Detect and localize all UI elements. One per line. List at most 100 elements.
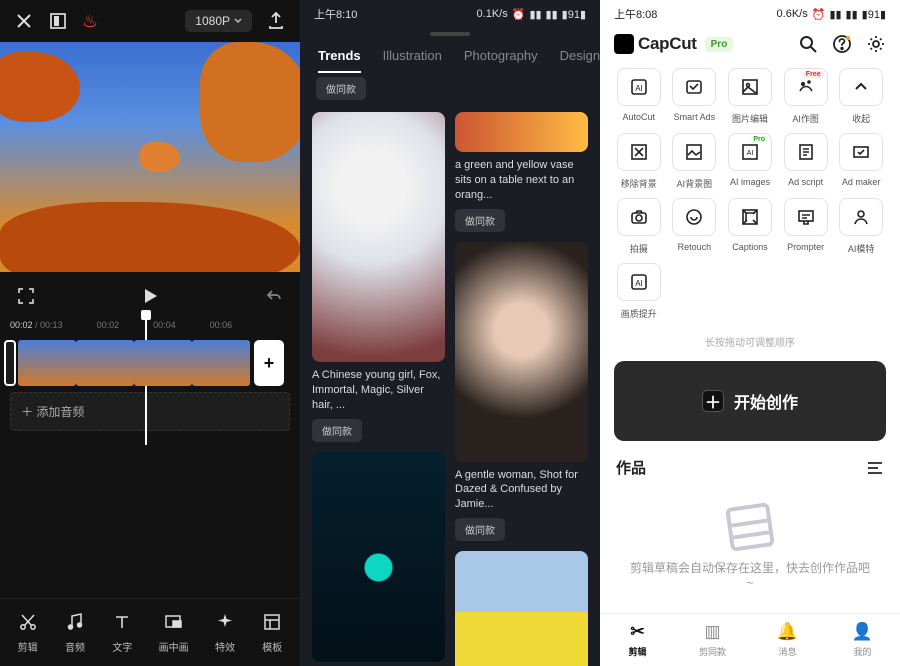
nav-messages[interactable]: 🔔消息 — [750, 622, 825, 658]
clip-thumb[interactable] — [76, 340, 134, 386]
aiimages-icon: AIPro — [728, 133, 772, 171]
grid-tool-collapse[interactable]: 收起 — [836, 68, 886, 125]
video-editor-panel: ♨ 1080P 00:02 / 00:13 00:02 00:04 — [0, 0, 300, 666]
sort-icon[interactable] — [866, 459, 884, 477]
start-create-button[interactable]: ＋ 开始创作 — [614, 361, 886, 441]
clip-handle[interactable] — [4, 340, 16, 386]
smartads-icon — [672, 68, 716, 106]
nav-profile[interactable]: 👤我的 — [825, 622, 900, 658]
tool-grid: AIAutoCutSmart Ads图片编辑FreeAI作图收起移除背景AI背景… — [600, 60, 900, 328]
clip-thumb[interactable] — [192, 340, 250, 386]
scissors-icon — [17, 611, 39, 633]
trends-panel: 上午8:10 0.1K/s ⏰ ▮▮ ▮▮ ▮91▮ Trends Illust… — [300, 0, 600, 666]
settings-icon[interactable] — [866, 34, 886, 54]
card-image — [455, 112, 588, 152]
fullscreen-icon[interactable] — [16, 286, 36, 306]
signal-icon: ▮▮ — [546, 8, 558, 21]
try-chip[interactable]: 做同款 — [316, 77, 366, 100]
grid-label: Ad script — [788, 177, 823, 187]
grid-tool-removebg[interactable]: 移除背景 — [614, 133, 664, 190]
grid-label: Prompter — [787, 242, 824, 252]
grid-tool-shoot[interactable]: 拍摄 — [614, 198, 664, 255]
sheet-handle[interactable] — [430, 32, 470, 36]
add-audio-button[interactable]: ＋ 添加音频 — [10, 392, 290, 431]
try-chip[interactable]: 做同款 — [455, 209, 505, 232]
nav-template[interactable]: ▥剪同款 — [675, 622, 750, 658]
grid-tool-aimodel[interactable]: AI模特 — [836, 198, 886, 255]
retouch-icon — [672, 198, 716, 236]
search-icon[interactable] — [798, 34, 818, 54]
grid-tool-retouch[interactable]: Retouch — [670, 198, 720, 255]
grid-tool-aibg[interactable]: AI背景图 — [670, 133, 720, 190]
timeline-ruler: 00:02 / 00:13 00:02 00:04 00:06 — [0, 320, 300, 330]
video-track[interactable]: + — [4, 340, 296, 386]
grid-tool-aiimages[interactable]: AIProAI images — [725, 133, 775, 190]
status-indicators: 0.1K/s ⏰ ▮▮ ▮▮ ▮91▮ — [477, 6, 586, 22]
grid-tool-admaker[interactable]: Ad maker — [836, 133, 886, 190]
grid-label: Ad maker — [842, 177, 881, 187]
tool-label: 音频 — [65, 639, 85, 654]
aspect-icon[interactable] — [48, 11, 68, 31]
play-button[interactable] — [141, 287, 159, 305]
capcut-home-panel: 上午8:08 0.6K/s⏰▮▮▮▮▮91▮ CapCut Pro AIAuto… — [600, 0, 900, 666]
feed-card-fox[interactable]: A Chinese young girl, Fox, Immortal, Mag… — [312, 112, 445, 442]
nav-edit[interactable]: ✂剪辑 — [600, 622, 675, 658]
try-chip[interactable]: 做同款 — [312, 419, 362, 442]
feed-card-building[interactable]: Tokyo coloured living, on the street, ye… — [455, 551, 588, 666]
feed-card-woman[interactable]: A gentle woman, Shot for Dazed & Confuse… — [455, 242, 588, 542]
add-clip-button[interactable]: + — [254, 340, 284, 386]
removebg-icon — [617, 133, 661, 171]
time-mark: 00:04 — [153, 320, 176, 330]
tab-trends[interactable]: Trends — [318, 48, 361, 73]
grid-tool-aidraw[interactable]: FreeAI作图 — [781, 68, 831, 125]
try-chip[interactable]: 做同款 — [455, 518, 505, 541]
close-icon[interactable] — [14, 11, 34, 31]
preview-frame — [0, 42, 300, 272]
card-image — [455, 242, 588, 462]
tool-text[interactable]: 文字 — [111, 611, 133, 654]
flame-icon[interactable]: ♨ — [82, 11, 98, 32]
tab-photography[interactable]: Photography — [464, 48, 538, 73]
grid-tool-smartads[interactable]: Smart Ads — [670, 68, 720, 125]
scissors-icon: ✂ — [630, 622, 644, 642]
grid-label: Captions — [732, 242, 768, 252]
pro-badge[interactable]: Pro — [705, 37, 734, 52]
export-icon[interactable] — [266, 11, 286, 31]
video-preview[interactable] — [0, 42, 300, 272]
empty-text: 剪辑草稿会自动保存在这里，快去创作作品吧~ — [628, 559, 872, 590]
tool-audio[interactable]: 音频 — [64, 611, 86, 654]
clip-thumb[interactable] — [134, 340, 192, 386]
tool-label: 剪辑 — [18, 639, 38, 654]
grid-tool-prompter[interactable]: Prompter — [781, 198, 831, 255]
alarm-icon: ⏰ — [512, 8, 526, 21]
grid-tool-enhance[interactable]: AI画质提升 — [614, 263, 664, 320]
clip-thumb[interactable] — [18, 340, 76, 386]
tool-cut[interactable]: 剪辑 — [17, 611, 39, 654]
tool-template[interactable]: 模板 — [261, 611, 283, 654]
prompter-icon — [784, 198, 828, 236]
brand-text: CapCut — [638, 34, 697, 54]
tool-pip[interactable]: 画中画 — [159, 611, 189, 654]
grid-tool-adscript[interactable]: Ad script — [781, 133, 831, 190]
feed-card-tiger[interactable] — [312, 452, 445, 662]
feed-card-vase[interactable]: a green and yellow vase sits on a table … — [455, 112, 588, 232]
header-row: CapCut Pro — [600, 28, 900, 60]
tab-illustration[interactable]: Illustration — [383, 48, 442, 73]
shoot-icon — [617, 198, 661, 236]
feed-grid[interactable]: A Chinese young girl, Fox, Immortal, Mag… — [300, 104, 600, 666]
grid-tool-autocut[interactable]: AIAutoCut — [614, 68, 664, 125]
grid-label: AI模特 — [848, 242, 875, 255]
resolution-button[interactable]: 1080P — [185, 10, 252, 32]
undo-icon[interactable] — [264, 286, 284, 306]
grid-tool-captions[interactable]: Captions — [725, 198, 775, 255]
timeline-tracks[interactable]: + ＋ 添加音频 — [0, 330, 300, 445]
grid-tool-picedit[interactable]: 图片编辑 — [725, 68, 775, 125]
template-icon: ▥ — [704, 622, 720, 642]
text-icon — [111, 611, 133, 633]
tool-fx[interactable]: 特效 — [214, 611, 236, 654]
help-icon[interactable] — [832, 34, 852, 54]
card-image — [455, 551, 588, 666]
adscript-icon — [784, 133, 828, 171]
tab-design[interactable]: Design — [560, 48, 600, 73]
bottom-nav: ✂剪辑 ▥剪同款 🔔消息 👤我的 — [600, 613, 900, 666]
